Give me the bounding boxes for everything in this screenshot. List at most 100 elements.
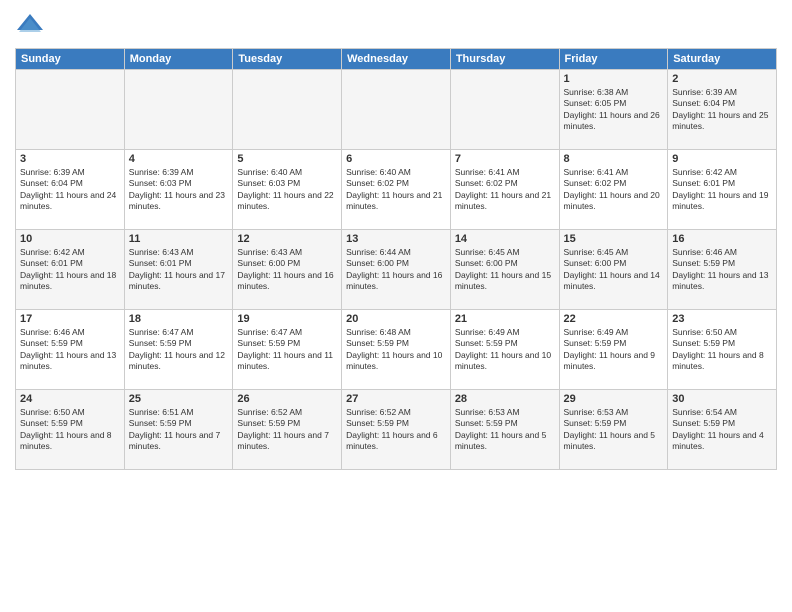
day-number: 12 (237, 233, 337, 245)
day-number: 5 (237, 153, 337, 165)
day-number: 20 (346, 313, 446, 325)
calendar-cell: 23 Sunrise: 6:50 AM Sunset: 5:59 PM Dayli… (668, 310, 777, 390)
calendar-cell (342, 70, 451, 150)
day-number: 24 (20, 393, 120, 405)
day-number: 17 (20, 313, 120, 325)
day-number: 26 (237, 393, 337, 405)
day-info: Sunrise: 6:42 AM Sunset: 6:01 PM Dayligh… (672, 167, 772, 213)
calendar-cell (124, 70, 233, 150)
day-number: 27 (346, 393, 446, 405)
day-info: Sunrise: 6:45 AM Sunset: 6:00 PM Dayligh… (564, 247, 664, 293)
calendar-cell: 8 Sunrise: 6:41 AM Sunset: 6:02 PM Daylig… (559, 150, 668, 230)
calendar-week-row: 1 Sunrise: 6:38 AM Sunset: 6:05 PM Daylig… (16, 70, 777, 150)
calendar-week-row: 24 Sunrise: 6:50 AM Sunset: 5:59 PM Dayli… (16, 390, 777, 470)
day-info: Sunrise: 6:40 AM Sunset: 6:02 PM Dayligh… (346, 167, 446, 213)
header (15, 10, 777, 40)
weekday-header: Saturday (668, 49, 777, 70)
calendar-cell: 22 Sunrise: 6:49 AM Sunset: 5:59 PM Dayli… (559, 310, 668, 390)
calendar-cell: 1 Sunrise: 6:38 AM Sunset: 6:05 PM Daylig… (559, 70, 668, 150)
day-number: 3 (20, 153, 120, 165)
calendar-cell: 27 Sunrise: 6:52 AM Sunset: 5:59 PM Dayli… (342, 390, 451, 470)
day-info: Sunrise: 6:41 AM Sunset: 6:02 PM Dayligh… (564, 167, 664, 213)
calendar-cell: 18 Sunrise: 6:47 AM Sunset: 5:59 PM Dayli… (124, 310, 233, 390)
calendar-cell: 28Sunrise: 6:53 AM Sunset: 5:59 PM Dayli… (450, 390, 559, 470)
day-info: Sunrise: 6:49 AM Sunset: 5:59 PM Dayligh… (564, 327, 664, 373)
day-number: 29 (564, 393, 664, 405)
day-info: Sunrise: 6:52 AM Sunset: 5:59 PM Dayligh… (237, 407, 337, 453)
calendar-cell: 6Sunrise: 6:40 AM Sunset: 6:02 PM Daylig… (342, 150, 451, 230)
day-number: 28 (455, 393, 555, 405)
day-number: 19 (237, 313, 337, 325)
day-info: Sunrise: 6:50 AM Sunset: 5:59 PM Dayligh… (672, 327, 772, 373)
day-number: 21 (455, 313, 555, 325)
day-info: Sunrise: 6:45 AM Sunset: 6:00 PM Dayligh… (455, 247, 555, 293)
calendar-cell: 29 Sunrise: 6:53 AM Sunset: 5:59 PM Dayli… (559, 390, 668, 470)
day-info: Sunrise: 6:42 AM Sunset: 6:01 PM Dayligh… (20, 247, 120, 293)
calendar-cell: 2 Sunrise: 6:39 AM Sunset: 6:04 PM Daylig… (668, 70, 777, 150)
day-number: 15 (564, 233, 664, 245)
day-number: 18 (129, 313, 229, 325)
day-info: Sunrise: 6:46 AM Sunset: 5:59 PM Dayligh… (672, 247, 772, 293)
day-number: 9 (672, 153, 772, 165)
weekday-header: Thursday (450, 49, 559, 70)
day-number: 1 (564, 73, 664, 85)
calendar-cell (450, 70, 559, 150)
day-info: Sunrise: 6:40 AM Sunset: 6:03 PM Dayligh… (237, 167, 337, 213)
day-info: Sunrise: 6:38 AM Sunset: 6:05 PM Dayligh… (564, 87, 664, 133)
day-number: 8 (564, 153, 664, 165)
day-number: 11 (129, 233, 229, 245)
day-info: Sunrise: 6:53 AM Sunset: 5:59 PM Dayligh… (564, 407, 664, 453)
day-info: Sunrise: 6:52 AM Sunset: 5:59 PM Dayligh… (346, 407, 446, 453)
day-info: Sunrise: 6:43 AM Sunset: 6:01 PM Dayligh… (129, 247, 229, 293)
day-info: Sunrise: 6:41 AM Sunset: 6:02 PM Dayligh… (455, 167, 555, 213)
calendar-cell: 24 Sunrise: 6:50 AM Sunset: 5:59 PM Dayli… (16, 390, 125, 470)
day-number: 2 (672, 73, 772, 85)
day-number: 22 (564, 313, 664, 325)
day-info: Sunrise: 6:46 AM Sunset: 5:59 PM Dayligh… (20, 327, 120, 373)
calendar-cell: 16 Sunrise: 6:46 AM Sunset: 5:59 PM Dayli… (668, 230, 777, 310)
day-number: 14 (455, 233, 555, 245)
calendar-cell: 7Sunrise: 6:41 AM Sunset: 6:02 PM Daylig… (450, 150, 559, 230)
weekday-header: Monday (124, 49, 233, 70)
calendar-cell: 19 Sunrise: 6:47 AM Sunset: 5:59 PM Dayli… (233, 310, 342, 390)
calendar-cell: 20Sunrise: 6:48 AM Sunset: 5:59 PM Dayli… (342, 310, 451, 390)
day-info: Sunrise: 6:43 AM Sunset: 6:00 PM Dayligh… (237, 247, 337, 293)
day-number: 30 (672, 393, 772, 405)
calendar-cell: 12 Sunrise: 6:43 AM Sunset: 6:00 PM Dayli… (233, 230, 342, 310)
calendar-cell: 21 Sunrise: 6:49 AM Sunset: 5:59 PM Dayli… (450, 310, 559, 390)
calendar-cell: 14 Sunrise: 6:45 AM Sunset: 6:00 PM Dayli… (450, 230, 559, 310)
calendar-page: SundayMondayTuesdayWednesdayThursdayFrid… (0, 0, 792, 612)
calendar-cell (233, 70, 342, 150)
calendar-week-row: 10 Sunrise: 6:42 AM Sunset: 6:01 PM Dayli… (16, 230, 777, 310)
weekday-header: Friday (559, 49, 668, 70)
day-number: 13 (346, 233, 446, 245)
day-number: 25 (129, 393, 229, 405)
day-info: Sunrise: 6:51 AM Sunset: 5:59 PM Dayligh… (129, 407, 229, 453)
day-info: Sunrise: 6:49 AM Sunset: 5:59 PM Dayligh… (455, 327, 555, 373)
calendar-cell: 9 Sunrise: 6:42 AM Sunset: 6:01 PM Daylig… (668, 150, 777, 230)
calendar-cell: 5 Sunrise: 6:40 AM Sunset: 6:03 PM Daylig… (233, 150, 342, 230)
header-row: SundayMondayTuesdayWednesdayThursdayFrid… (16, 49, 777, 70)
day-number: 10 (20, 233, 120, 245)
weekday-header: Tuesday (233, 49, 342, 70)
weekday-header: Wednesday (342, 49, 451, 70)
calendar-cell: 26 Sunrise: 6:52 AM Sunset: 5:59 PM Dayli… (233, 390, 342, 470)
day-number: 23 (672, 313, 772, 325)
calendar-week-row: 3Sunrise: 6:39 AM Sunset: 6:04 PM Daylig… (16, 150, 777, 230)
day-number: 16 (672, 233, 772, 245)
logo-icon (15, 10, 45, 40)
day-number: 4 (129, 153, 229, 165)
day-info: Sunrise: 6:39 AM Sunset: 6:04 PM Dayligh… (672, 87, 772, 133)
day-info: Sunrise: 6:47 AM Sunset: 5:59 PM Dayligh… (129, 327, 229, 373)
day-info: Sunrise: 6:54 AM Sunset: 5:59 PM Dayligh… (672, 407, 772, 453)
day-info: Sunrise: 6:50 AM Sunset: 5:59 PM Dayligh… (20, 407, 120, 453)
calendar-cell: 3Sunrise: 6:39 AM Sunset: 6:04 PM Daylig… (16, 150, 125, 230)
day-info: Sunrise: 6:47 AM Sunset: 5:59 PM Dayligh… (237, 327, 337, 373)
calendar-cell: 4Sunrise: 6:39 AM Sunset: 6:03 PM Daylig… (124, 150, 233, 230)
calendar-cell: 17 Sunrise: 6:46 AM Sunset: 5:59 PM Dayli… (16, 310, 125, 390)
logo (15, 10, 49, 40)
weekday-header: Sunday (16, 49, 125, 70)
day-info: Sunrise: 6:44 AM Sunset: 6:00 PM Dayligh… (346, 247, 446, 293)
calendar-week-row: 17 Sunrise: 6:46 AM Sunset: 5:59 PM Dayli… (16, 310, 777, 390)
calendar-cell: 25 Sunrise: 6:51 AM Sunset: 5:59 PM Dayli… (124, 390, 233, 470)
